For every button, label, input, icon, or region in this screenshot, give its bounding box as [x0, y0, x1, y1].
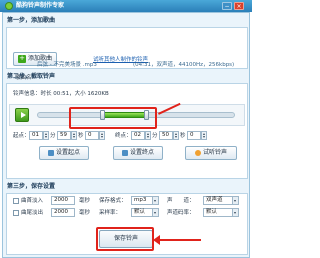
format-label: 保存格式： — [99, 198, 127, 204]
start-minutes-stepper[interactable] — [43, 131, 49, 140]
end-seconds-stepper[interactable] — [173, 131, 179, 140]
chevron-down-icon — [152, 209, 158, 216]
song-name: 后弦 - 不完美场景 .mp3 — [37, 62, 97, 68]
fade-out-checkbox[interactable] — [13, 210, 19, 216]
step2-label: 第二步，截取铃声 — [7, 73, 56, 80]
end-minutes-input[interactable]: 02 — [131, 131, 145, 140]
end-min-unit: 分 — [152, 133, 158, 139]
set-end-icon — [122, 149, 129, 156]
app-window: 酷狗铃声制作专家 − × 第一步，添加歌曲 + 添加歌曲 试听其他人制作的铃声 … — [0, 0, 252, 258]
window-title: 酷狗铃声制作专家 — [16, 2, 65, 9]
fade-out-label: 曲尾淡出 — [21, 210, 44, 216]
sample-rate-select[interactable]: 默认 — [131, 208, 159, 217]
preview-ringtone-label: 试听铃声 — [202, 149, 227, 156]
fade-in-input[interactable]: 2000 — [51, 196, 75, 205]
song-duration: (04:31，双声道，44100Hz，256kbps) — [133, 62, 235, 68]
play-button[interactable] — [15, 108, 29, 122]
step3-label: 第三步，保存设置 — [7, 183, 56, 190]
start-seconds-stepper[interactable] — [71, 131, 77, 140]
sample-rate-label: 采样率： — [99, 210, 122, 216]
bitrate-label: 声道码率： — [167, 210, 195, 216]
close-button[interactable]: × — [234, 2, 244, 10]
end-ms-input[interactable]: 0 — [187, 131, 201, 140]
sample-rate-value: 默认 — [134, 209, 146, 215]
save-highlight-box — [96, 227, 154, 251]
chevron-down-icon — [232, 197, 238, 204]
end-ms-stepper[interactable] — [201, 131, 207, 140]
ringtone-info: 铃声信息：时长 00:51，大小 1620KB — [13, 91, 109, 97]
format-value: mp3 — [134, 197, 147, 203]
set-end-button[interactable]: 设置终点 — [113, 146, 163, 160]
arrow-head-icon — [153, 235, 160, 245]
start-min-unit: 分 — [50, 133, 56, 139]
set-start-label: 设置起点 — [55, 149, 80, 156]
channel-value: 双声道 — [206, 197, 223, 203]
start-label: 起点： — [13, 133, 30, 139]
start-ms-stepper[interactable] — [99, 131, 105, 140]
start-seconds-input[interactable]: 59 — [57, 131, 71, 140]
slider-highlight-box — [69, 107, 157, 129]
preview-ringtone-button[interactable]: 试听铃声 — [185, 146, 237, 160]
title-bar: 酷狗铃声制作专家 − × — [0, 0, 252, 12]
end-seconds-input[interactable]: 50 — [159, 131, 173, 140]
set-end-label: 设置终点 — [129, 149, 154, 156]
end-minutes-stepper[interactable] — [145, 131, 151, 140]
client-area: 第一步，添加歌曲 + 添加歌曲 试听其他人制作的铃声 歌曲名： 后弦 - 不完美… — [2, 12, 250, 258]
set-start-button[interactable]: 设置起点 — [39, 146, 89, 160]
step2-panel: 铃声信息：时长 00:51，大小 1620KB 起点： 01 分 59 秒 0 … — [6, 83, 248, 179]
arrow-pointer-bottom — [155, 239, 201, 241]
app-logo-icon — [5, 2, 13, 10]
format-select[interactable]: mp3 — [131, 196, 159, 205]
end-label: 终点： — [115, 133, 132, 139]
start-sec-unit: 秒 — [78, 133, 84, 139]
start-minutes-input[interactable]: 01 — [29, 131, 43, 140]
step1-label: 第一步，添加歌曲 — [7, 17, 56, 24]
end-sec-unit: 秒 — [180, 133, 186, 139]
bitrate-value: 默认 — [206, 209, 218, 215]
fade-in-checkbox[interactable] — [13, 198, 19, 204]
channel-select[interactable]: 双声道 — [203, 196, 239, 205]
fade-in-unit: 毫秒 — [79, 198, 91, 204]
fade-out-input[interactable]: 2000 — [51, 208, 75, 217]
chevron-down-icon — [152, 197, 158, 204]
start-ms-input[interactable]: 0 — [85, 131, 99, 140]
channel-label: 声 道： — [167, 198, 195, 204]
set-start-icon — [48, 149, 55, 156]
headphones-icon — [195, 149, 202, 156]
fade-out-unit: 毫秒 — [79, 210, 91, 216]
fade-in-label: 曲首淡入 — [21, 198, 44, 204]
chevron-down-icon — [232, 209, 238, 216]
minimize-button[interactable]: − — [222, 2, 232, 10]
add-icon: + — [18, 53, 27, 63]
bitrate-select[interactable]: 默认 — [203, 208, 239, 217]
